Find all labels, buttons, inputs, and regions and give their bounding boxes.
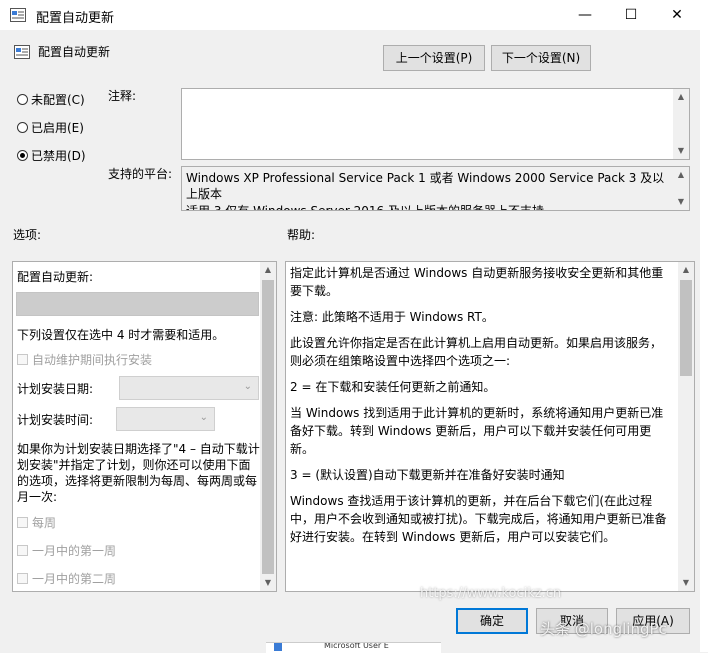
comment-textarea[interactable]: ▲ ▼	[181, 88, 690, 160]
help-paragraph: 注意: 此策略不适用于 Windows RT。	[290, 310, 494, 324]
checkbox-square	[17, 517, 28, 528]
install-time-label: 计划安装时间:	[17, 413, 94, 427]
scroll-down-icon[interactable]: ▼	[673, 143, 689, 159]
help-paragraph: 2 = 在下载和安装任何更新之前通知。	[290, 380, 496, 394]
minimize-icon: —	[578, 7, 592, 23]
minimize-button[interactable]: —	[562, 0, 608, 30]
policy-setting-icon	[14, 45, 30, 59]
close-button[interactable]: ✕	[654, 0, 700, 30]
scroll-up-icon[interactable]: ▲	[260, 262, 276, 278]
comment-scrollbar[interactable]: ▲ ▼	[673, 89, 689, 159]
taskbar-item[interactable]: Microsoft User E	[324, 643, 389, 650]
app-icon	[274, 643, 282, 651]
options-scrollbar[interactable]: ▲ ▼	[260, 262, 276, 591]
window-title: 配置自动更新	[36, 11, 115, 26]
weekly-checkbox[interactable]: 每周	[17, 514, 56, 531]
scroll-down-icon[interactable]: ▼	[678, 575, 694, 591]
radio-enabled[interactable]: 已启用(E)	[17, 119, 84, 136]
options-section-label: 选项:	[13, 228, 42, 242]
help-paragraph: 当 Windows 找到适用于此计算机的更新时，系统将通知用户更新已准备好下载。…	[290, 406, 664, 456]
help-paragraph: 此设置允许你指定是否在此计算机上启用自动更新。如果启用该服务，则必须在组策略设置…	[290, 336, 663, 368]
radio-disabled-dot	[17, 150, 28, 161]
platform-text-cut: 适用 3 仅有 Windows Server 2016 及以上版本的服务器上不支…	[186, 204, 544, 211]
update-mode-dropdown[interactable]	[16, 292, 259, 316]
radio-not-configured[interactable]: 未配置(C)	[17, 91, 85, 108]
scroll-up-icon[interactable]: ▲	[673, 89, 689, 105]
policy-name: 配置自动更新	[38, 45, 111, 59]
checkbox-square	[17, 545, 28, 556]
help-scroll-thumb[interactable]	[680, 280, 692, 376]
chevron-down-icon: ⌄	[243, 381, 252, 392]
platform-text-box: Windows XP Professional Service Pack 1 或…	[181, 166, 690, 211]
help-paragraph: 3 = (默认设置)自动下载更新并在准备好安装时通知	[290, 468, 565, 482]
help-paragraph: Windows 查找适用于该计算机的更新，并在后台下载它们(在此过程中，用户不会…	[290, 494, 667, 544]
options-scroll-thumb[interactable]	[262, 280, 274, 574]
help-paragraph: 指定此计算机是否通过 Windows 自动更新服务接收安全更新和其他重要下载。	[290, 266, 664, 298]
url-watermark: https://www.kocikz.cn	[420, 586, 562, 601]
checkbox-square	[17, 354, 28, 365]
help-panel: 指定此计算机是否通过 Windows 自动更新服务接收安全更新和其他重要下载。 …	[285, 261, 695, 592]
options-panel: 配置自动更新: 下列设置仅在选中 4 时才需要和适用。 自动维护期间执行安装 计…	[12, 261, 277, 592]
install-time-dropdown[interactable]: ⌄	[116, 407, 215, 431]
policy-app-icon	[10, 8, 26, 22]
platform-scrollbar[interactable]: ▲ ▼	[673, 167, 689, 210]
close-icon: ✕	[671, 7, 683, 23]
radio-not-configured-dot	[17, 94, 28, 105]
help-text: 指定此计算机是否通过 Windows 自动更新服务接收安全更新和其他重要下载。 …	[290, 264, 672, 554]
install-day-label: 计划安装日期:	[17, 382, 94, 396]
maximize-icon: ☐	[624, 7, 638, 23]
schedule-paragraph: 如果你为计划安装日期选择了"4 – 自动下载计划安装"并指定了计划，则你还可以使…	[17, 442, 260, 504]
options-note: 下列设置仅在选中 4 时才需要和适用。	[17, 328, 225, 342]
taskbar-strip: Microsoft User E	[266, 642, 441, 653]
scroll-up-icon[interactable]: ▲	[673, 167, 689, 183]
comment-label: 注释:	[108, 89, 137, 103]
ok-button[interactable]: 确定	[456, 608, 528, 634]
radio-enabled-dot	[17, 122, 28, 133]
scroll-down-icon[interactable]: ▼	[260, 575, 276, 591]
scroll-down-icon[interactable]: ▼	[673, 194, 689, 210]
first-week-checkbox[interactable]: 一月中的第一周	[17, 542, 116, 559]
maintenance-install-checkbox[interactable]: 自动维护期间执行安装	[17, 351, 152, 368]
next-setting-button[interactable]: 下一个设置(N)	[491, 45, 591, 71]
help-section-label: 帮助:	[287, 228, 316, 242]
second-week-checkbox[interactable]: 一月中的第二周	[17, 570, 116, 587]
help-scrollbar[interactable]: ▲ ▼	[678, 262, 694, 591]
platform-label: 支持的平台:	[108, 167, 173, 181]
install-day-dropdown[interactable]: ⌄	[119, 376, 259, 400]
checkbox-square	[17, 573, 28, 584]
maximize-button[interactable]: ☐	[608, 0, 654, 30]
chevron-down-icon: ⌄	[199, 412, 208, 423]
scroll-up-icon[interactable]: ▲	[678, 262, 694, 278]
toutiao-watermark: 头条 @longlingPc	[540, 620, 667, 638]
radio-disabled[interactable]: 已禁用(D)	[17, 147, 86, 164]
platform-text: Windows XP Professional Service Pack 1 或…	[186, 171, 665, 201]
options-heading: 配置自动更新:	[17, 270, 94, 284]
background-window-edge	[700, 30, 708, 652]
previous-setting-button[interactable]: 上一个设置(P)	[383, 45, 485, 71]
